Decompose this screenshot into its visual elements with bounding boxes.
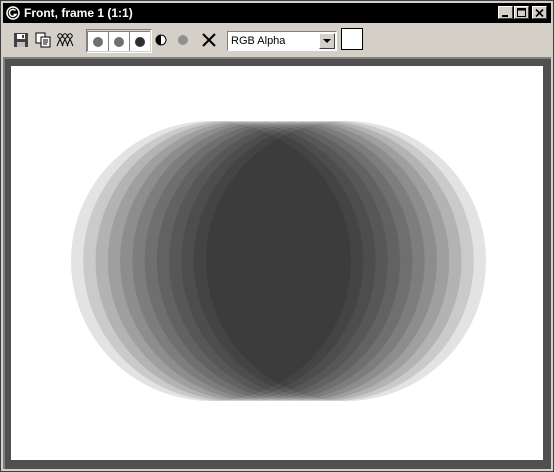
- clear-button[interactable]: [199, 30, 219, 50]
- copy-icon: [35, 32, 51, 48]
- maximize-button[interactable]: [514, 6, 529, 19]
- filled-circle-icon: [178, 35, 188, 45]
- window-title: Front, frame 1 (1:1): [24, 6, 133, 20]
- filled-circle-icon: [93, 36, 103, 47]
- filled-circle-icon: [114, 36, 124, 47]
- floppy-disk-icon: [14, 33, 28, 47]
- green-channel-button[interactable]: [108, 31, 129, 51]
- render-window: Front, frame 1 (1:1) RGB Alpha: [0, 0, 554, 472]
- display-channel-value: RGB Alpha: [231, 35, 286, 47]
- title-bar[interactable]: Front, frame 1 (1:1): [3, 3, 551, 23]
- filled-circle-icon: [135, 36, 145, 47]
- mono-button[interactable]: [173, 30, 193, 50]
- x-icon: [202, 33, 216, 47]
- close-icon: [535, 8, 544, 17]
- half-circle-icon: [155, 34, 167, 46]
- window-controls: [498, 6, 547, 19]
- clone-window-button[interactable]: [33, 30, 53, 50]
- maximize-icon: [517, 8, 526, 17]
- translucent-circle: [206, 121, 486, 401]
- minimize-button[interactable]: [498, 6, 513, 19]
- app-logo-icon: [5, 5, 21, 21]
- circle-stack: [71, 121, 486, 401]
- red-channel-button[interactable]: [87, 31, 108, 51]
- color-swatch[interactable]: [341, 28, 363, 50]
- dropdown-arrow-button[interactable]: [319, 33, 335, 49]
- close-button[interactable]: [532, 6, 547, 19]
- toolbar: RGB Alpha: [3, 25, 551, 57]
- display-channel-dropdown[interactable]: RGB Alpha: [227, 31, 337, 51]
- blue-channel-button[interactable]: [129, 31, 150, 51]
- people-icon: [56, 33, 74, 47]
- chevron-down-icon: [323, 38, 331, 43]
- save-image-button[interactable]: [11, 30, 31, 50]
- alpha-channel-button[interactable]: [151, 30, 171, 50]
- print-button[interactable]: [55, 30, 75, 50]
- rendered-image[interactable]: [11, 66, 543, 460]
- channel-toggles: [86, 29, 152, 53]
- overlapping-circles-render: [71, 121, 486, 401]
- minimize-icon: [502, 14, 508, 17]
